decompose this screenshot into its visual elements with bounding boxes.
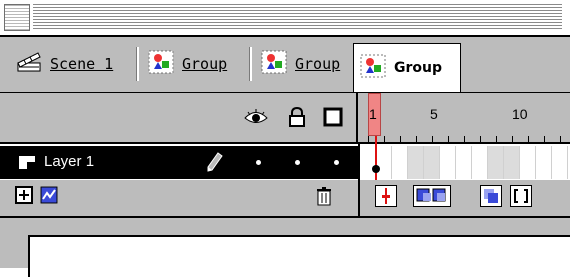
breadcrumb-separator	[136, 47, 139, 81]
timeline-header	[0, 93, 570, 144]
ruler-tick	[496, 136, 497, 142]
breadcrumb-label: Group	[295, 55, 341, 73]
pencil-icon	[205, 152, 223, 178]
close-box[interactable]	[4, 4, 30, 31]
modify-onion-markers-icon	[514, 189, 528, 203]
onion-skin-icon	[416, 188, 446, 202]
breadcrumb: Scene 1 Group Group Group	[0, 37, 570, 93]
lock-dot[interactable]	[295, 160, 300, 165]
ruler-tick	[368, 136, 369, 142]
group-icon	[360, 54, 386, 82]
frame-cell[interactable]	[536, 146, 552, 179]
outline-dot[interactable]	[334, 160, 339, 165]
edit-multiple-frames-icon	[484, 189, 498, 203]
stage[interactable]	[28, 235, 570, 277]
edit-multiple-frames-button[interactable]	[480, 185, 502, 207]
frame-cell[interactable]	[456, 146, 472, 179]
ruler-tick	[400, 136, 401, 142]
frame-cell[interactable]	[520, 146, 536, 179]
ruler-tick	[432, 136, 433, 142]
frame-track[interactable]	[360, 146, 570, 179]
frame-cell[interactable]	[360, 146, 376, 179]
title-bar-stripes	[33, 4, 562, 31]
layer-controls	[0, 180, 358, 216]
frame-cell[interactable]	[424, 146, 440, 179]
playhead-line	[375, 136, 377, 186]
breadcrumb-group-1[interactable]: Group	[142, 44, 246, 84]
onion-skin-button[interactable]	[413, 185, 451, 207]
group-icon	[148, 50, 174, 78]
trash-icon[interactable]	[315, 186, 333, 210]
frame-cell[interactable]	[488, 146, 504, 179]
breadcrumb-separator	[249, 47, 252, 81]
frame-cell[interactable]	[552, 146, 568, 179]
frame-cell[interactable]	[440, 146, 456, 179]
stage-pasteboard	[0, 218, 570, 277]
title-bar[interactable]	[0, 0, 570, 37]
breadcrumb-group-2[interactable]: Group	[255, 44, 350, 84]
onion-controls	[360, 180, 570, 216]
frame-ruler[interactable]	[360, 93, 570, 142]
breadcrumb-label: Scene 1	[50, 55, 114, 73]
clapper-icon	[16, 51, 42, 77]
ruler-tick	[464, 136, 465, 142]
eye-icon[interactable]	[244, 107, 268, 131]
add-guide-layer-icon[interactable]	[40, 186, 60, 210]
layer-icon	[18, 154, 36, 174]
frame-cell[interactable]	[392, 146, 408, 179]
layer-row[interactable]: Layer 1	[0, 146, 358, 179]
ruler-label-5: 5	[430, 106, 438, 122]
center-frame-icon	[382, 188, 390, 204]
timeline-window: Scene 1 Group Group Group 1 5 10 Layer 1	[0, 0, 570, 277]
layer-header	[0, 93, 358, 142]
frame-cell[interactable]	[472, 146, 488, 179]
ruler-tick	[480, 136, 481, 142]
keyframe-dot[interactable]	[372, 165, 380, 173]
ruler-tick	[544, 136, 545, 142]
breadcrumb-scene-1[interactable]: Scene 1	[10, 44, 130, 84]
frame-cell[interactable]	[376, 146, 392, 179]
frame-cell[interactable]	[504, 146, 520, 179]
center-frame-button[interactable]	[375, 185, 397, 207]
ruler-tick	[560, 136, 561, 142]
current-frame-number: 1	[369, 106, 377, 122]
group-icon	[261, 50, 287, 78]
frame-cell[interactable]	[408, 146, 424, 179]
ruler-tick	[528, 136, 529, 142]
visibility-dot[interactable]	[256, 160, 261, 165]
breadcrumb-group-current[interactable]: Group	[353, 43, 461, 92]
ruler-tick	[512, 136, 513, 142]
breadcrumb-label: Group	[394, 60, 443, 76]
add-layer-icon[interactable]	[15, 186, 35, 210]
breadcrumb-label: Group	[182, 55, 228, 73]
outline-square-icon[interactable]	[323, 107, 343, 131]
lock-icon[interactable]	[288, 106, 306, 131]
ruler-tick	[384, 136, 385, 142]
ruler-label-10: 10	[512, 106, 528, 122]
ruler-tick	[448, 136, 449, 142]
layer-name[interactable]: Layer 1	[44, 153, 94, 170]
ruler-tick	[416, 136, 417, 142]
modify-onion-markers-button[interactable]	[510, 185, 532, 207]
